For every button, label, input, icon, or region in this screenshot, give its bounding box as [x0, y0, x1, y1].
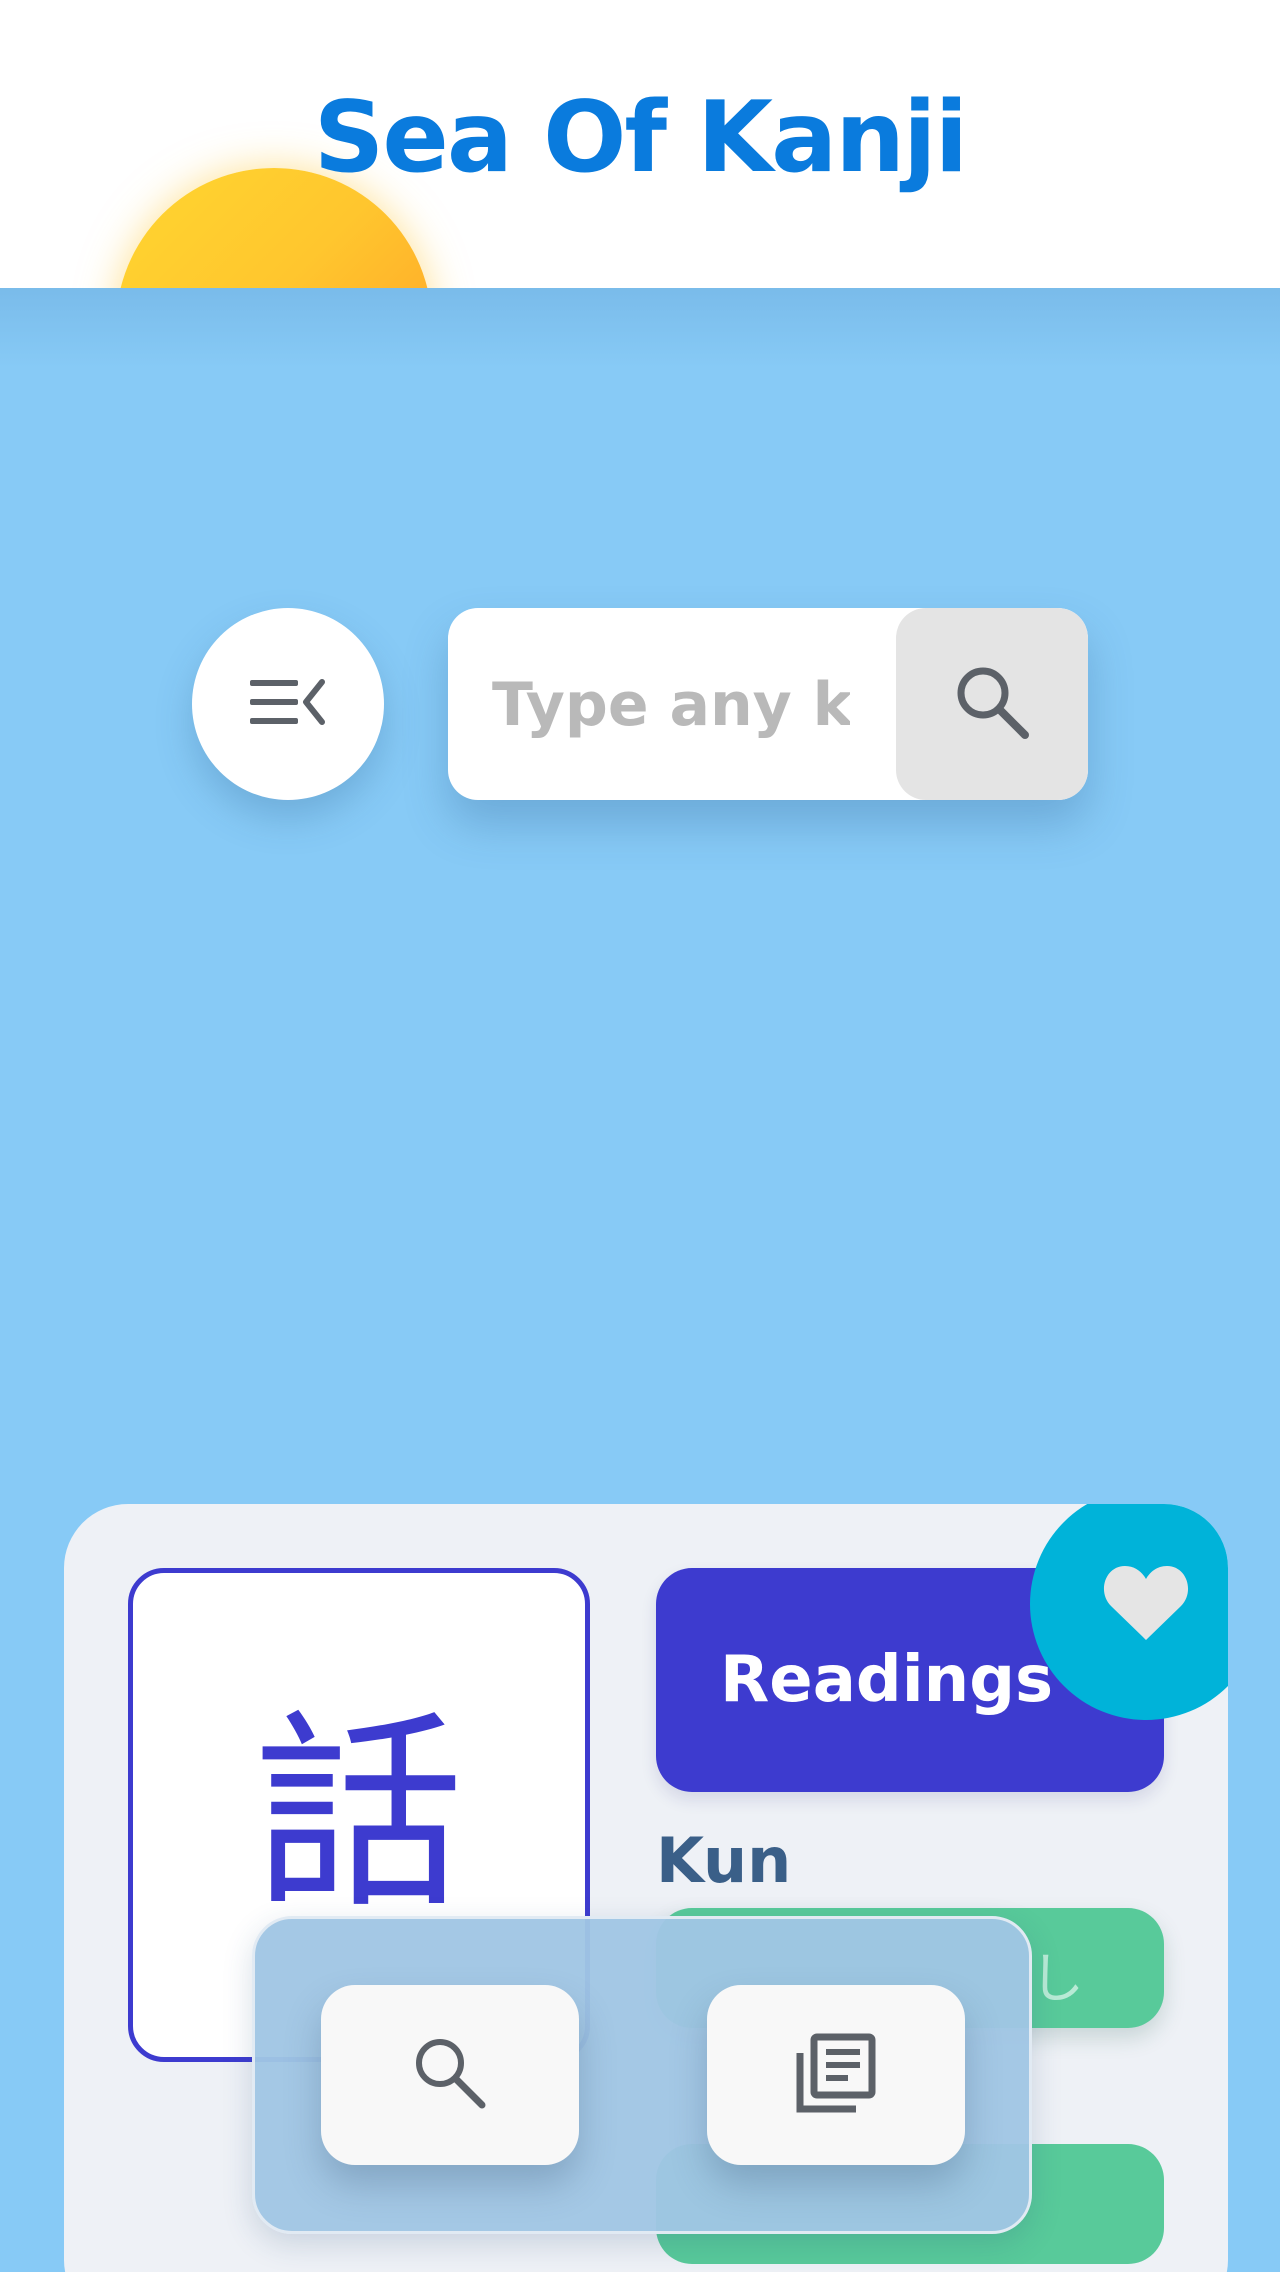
app-screen: Sea Of Kanji 話	[0, 0, 1280, 2272]
kun-reading-text: し	[1030, 1947, 1084, 2010]
search-input[interactable]	[490, 608, 850, 800]
bottom-toolbar	[252, 1916, 1032, 2234]
app-header: Sea Of Kanji	[0, 0, 1280, 288]
app-title: Sea Of Kanji	[313, 81, 968, 195]
menu-collapse-icon	[250, 674, 326, 734]
search-icon	[412, 2035, 488, 2115]
kun-label: Kun	[656, 1824, 792, 1897]
toolbar-news-button[interactable]	[707, 1985, 965, 2165]
search-icon	[953, 663, 1031, 745]
kanji-character: 話	[253, 1692, 464, 1937]
header-shadow	[0, 288, 1280, 368]
newspaper-icon	[794, 2031, 878, 2119]
toolbar-search-button[interactable]	[321, 1985, 579, 2165]
menu-button[interactable]	[192, 608, 384, 800]
search-bar	[448, 608, 1088, 800]
heart-icon	[1103, 1562, 1189, 1646]
readings-label: Readings	[720, 1643, 1054, 1717]
search-input-clip	[448, 608, 850, 800]
search-button[interactable]	[896, 608, 1088, 800]
